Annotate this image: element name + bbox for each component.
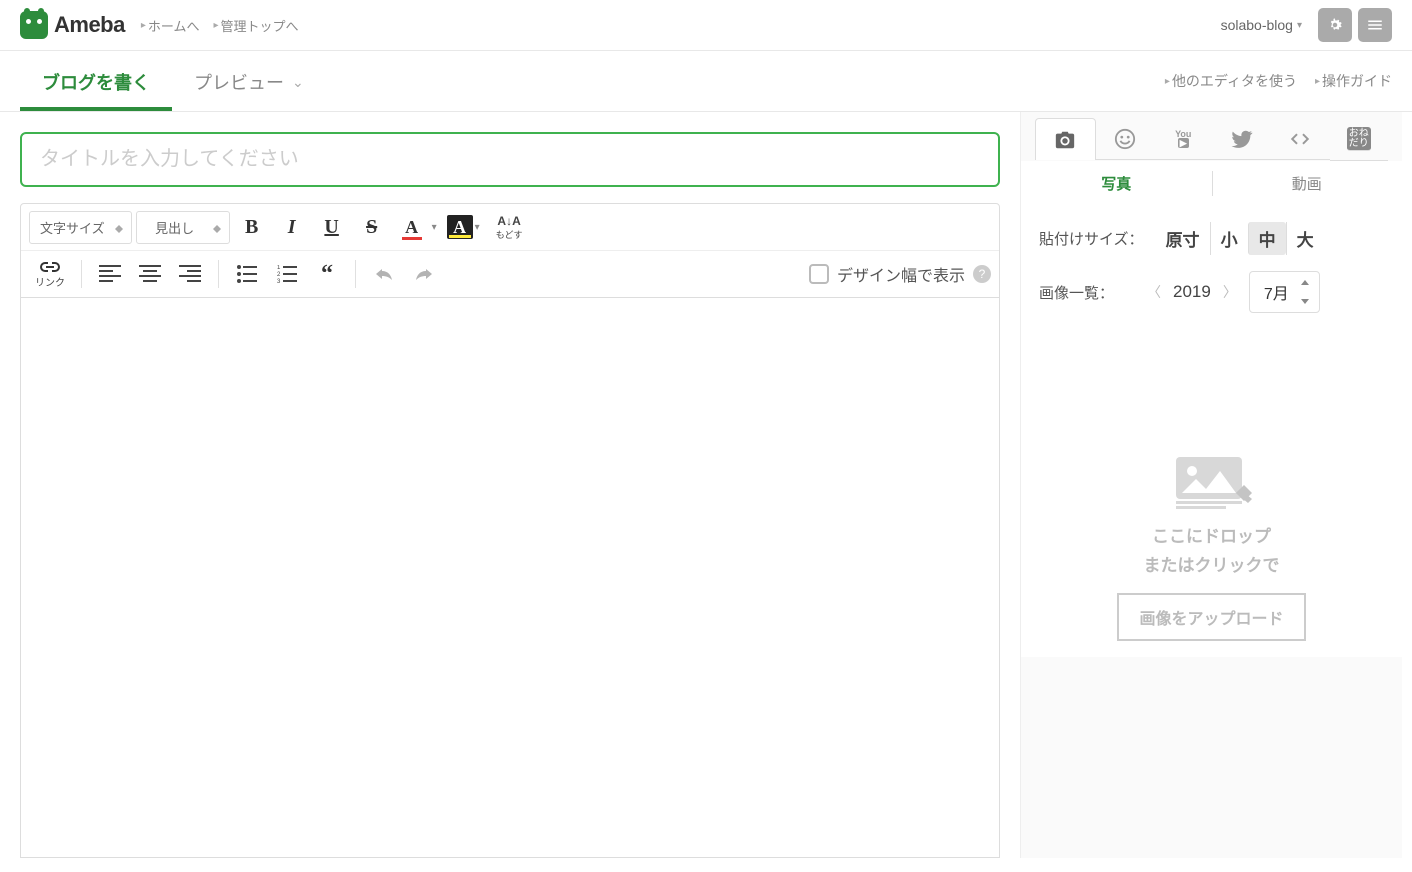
svg-text:3: 3 (277, 279, 281, 283)
bold-button[interactable]: B (234, 210, 270, 244)
image-placeholder-icon (1172, 453, 1252, 509)
align-center-button[interactable] (132, 257, 168, 291)
design-width-checkbox[interactable] (809, 264, 829, 284)
year-value: 2019 (1173, 282, 1211, 302)
upload-button[interactable]: 画像をアップロード (1117, 593, 1305, 641)
code-icon (1289, 128, 1311, 150)
size-original[interactable]: 原寸 (1156, 222, 1210, 255)
number-list-icon: 123 (277, 265, 297, 283)
sidetab-embed[interactable] (1271, 118, 1330, 160)
underline-button[interactable]: U (314, 210, 350, 244)
help-icon[interactable]: ? (973, 265, 991, 283)
drop-text-1: ここにドロップ (1039, 523, 1384, 552)
photo-panel: 貼付けサイズ： 原寸 小 中 大 画像一覧： 〈 2019 〉 7月 (1021, 206, 1402, 657)
camera-icon (1054, 129, 1076, 151)
quote-button[interactable]: “ (309, 257, 345, 291)
month-select[interactable]: 7月 (1249, 271, 1320, 313)
twitter-icon (1231, 128, 1253, 150)
subtab-photo[interactable]: 写真 (1021, 161, 1212, 206)
reset-format-label: もどす (496, 228, 523, 241)
tab-preview-label: プレビュー (194, 69, 284, 95)
media-subtabs: 写真 動画 (1021, 161, 1402, 206)
year-nav: 〈 2019 〉 (1147, 282, 1237, 302)
emoji-icon (1114, 128, 1136, 150)
link-icon (38, 260, 62, 274)
tab-preview[interactable]: プレビュー ⌄ (172, 51, 326, 111)
image-list-label: 画像一覧： (1039, 282, 1135, 303)
sidetab-youtube[interactable]: You▶ (1154, 118, 1213, 160)
nav-home[interactable]: ホームへ (141, 16, 200, 35)
bullet-list-icon (237, 265, 257, 283)
align-left-button[interactable] (92, 257, 128, 291)
ameba-icon (20, 11, 48, 39)
size-large[interactable]: 大 (1286, 222, 1324, 255)
year-prev[interactable]: 〈 (1147, 282, 1161, 302)
hamburger-icon (1366, 16, 1384, 34)
size-small[interactable]: 小 (1210, 222, 1248, 255)
brand-text: Ameba (54, 12, 125, 38)
number-list-button[interactable]: 123 (269, 257, 305, 291)
side-insert-tabs: You▶ おねだり (1021, 118, 1402, 161)
brand-logo[interactable]: Ameba (20, 11, 125, 39)
font-color-button[interactable]: A (394, 210, 430, 244)
reset-format-icon: A↓A (497, 214, 520, 228)
align-center-icon (139, 265, 161, 283)
chevron-down-icon: ⌄ (292, 74, 304, 91)
highlight-caret[interactable]: ▾ (475, 222, 480, 233)
user-menu[interactable]: solabo-blog (1221, 17, 1302, 33)
year-next[interactable]: 〉 (1223, 282, 1237, 302)
gear-icon (1326, 16, 1344, 34)
heading-select[interactable]: 見出し (136, 211, 230, 244)
reset-format-button[interactable]: A↓A もどす (490, 214, 529, 241)
link-label: リンク (35, 274, 65, 289)
svg-text:2: 2 (277, 272, 281, 278)
main-area: 文字サイズ 見出し B I U S A ▾ A ▾ A↓A もどす (0, 112, 1412, 858)
size-medium[interactable]: 中 (1248, 222, 1286, 255)
font-size-select[interactable]: 文字サイズ (29, 211, 132, 244)
side-panel: You▶ おねだり 写真 動画 貼付けサイズ： 原寸 小 中 大 画像一覧： (1020, 112, 1402, 858)
subtab-video[interactable]: 動画 (1212, 161, 1403, 206)
align-right-icon (179, 265, 201, 283)
drop-zone[interactable]: ここにドロップ またはクリックで 画像をアップロード (1039, 453, 1384, 641)
strikethrough-button[interactable]: S (354, 210, 390, 244)
editor-canvas[interactable] (20, 298, 1000, 858)
redo-button[interactable] (406, 257, 442, 291)
sidetab-emoji[interactable] (1096, 118, 1155, 160)
align-left-icon (99, 265, 121, 283)
highlight-button[interactable]: A (447, 215, 473, 239)
tab-write[interactable]: ブログを書く (20, 51, 172, 111)
sidetab-twitter[interactable] (1213, 118, 1272, 160)
nav-admin-top[interactable]: 管理トップへ (214, 16, 299, 35)
link-button[interactable]: リンク (29, 260, 71, 289)
link-guide[interactable]: 操作ガイド (1315, 71, 1392, 91)
redo-icon (415, 267, 433, 281)
design-width-label: デザイン幅で表示 (837, 262, 965, 286)
italic-button[interactable]: I (274, 210, 310, 244)
font-color-caret[interactable]: ▾ (432, 222, 437, 233)
size-group: 原寸 小 中 大 (1156, 222, 1324, 255)
drop-text-2: またはクリックで (1039, 552, 1384, 581)
link-other-editor[interactable]: 他のエディタを使う (1165, 71, 1297, 91)
svg-text:1: 1 (277, 265, 281, 271)
undo-button[interactable] (366, 257, 402, 291)
sidetab-camera[interactable] (1035, 118, 1096, 160)
bullet-list-button[interactable] (229, 257, 265, 291)
undo-icon (375, 267, 393, 281)
settings-button[interactable] (1318, 8, 1352, 42)
toolbar: 文字サイズ 見出し B I U S A ▾ A ▾ A↓A もどす (20, 203, 1000, 298)
editor-tabs: ブログを書く プレビュー ⌄ 他のエディタを使う 操作ガイド (0, 51, 1412, 112)
youtube-icon: You▶ (1175, 130, 1191, 148)
align-right-button[interactable] (172, 257, 208, 291)
menu-button[interactable] (1358, 8, 1392, 42)
title-input[interactable] (20, 132, 1000, 187)
sidetab-onedari[interactable]: おねだり (1347, 127, 1371, 151)
top-header: Ameba ホームへ 管理トップへ solabo-blog (0, 0, 1412, 51)
editor-column: 文字サイズ 見出し B I U S A ▾ A ▾ A↓A もどす (0, 112, 1020, 858)
paste-size-label: 貼付けサイズ： (1039, 228, 1144, 249)
